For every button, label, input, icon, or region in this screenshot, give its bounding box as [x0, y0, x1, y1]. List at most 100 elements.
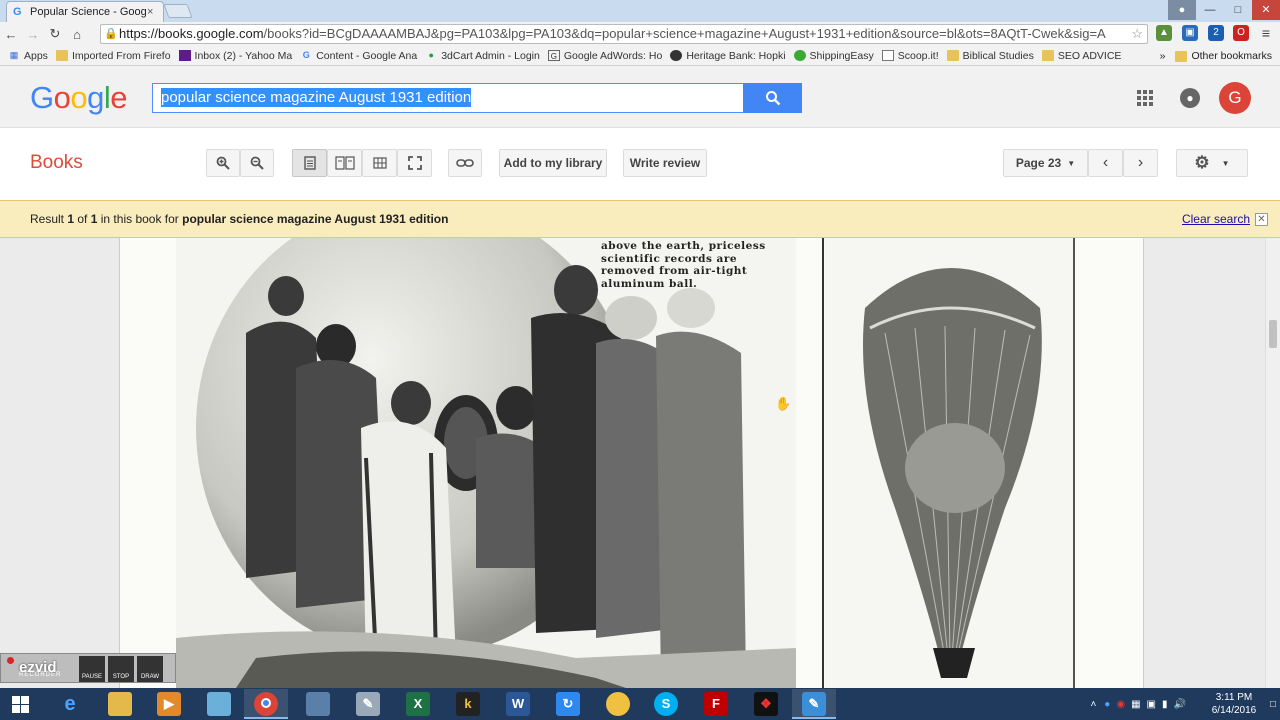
tab-popular-science[interactable]: G Popular Science - Google × — [6, 1, 164, 22]
bookmark-seo-advice[interactable]: SEO ADVICE — [1041, 50, 1121, 62]
tray-battery-icon[interactable]: ▮ — [1162, 699, 1168, 710]
back-icon[interactable]: ← — [0, 27, 22, 42]
filezilla-icon[interactable]: F — [704, 692, 728, 716]
taskbar-clock[interactable]: 3:11 PM 6/14/2016 — [1204, 691, 1264, 717]
close-window-icon[interactable]: ✕ — [1252, 0, 1280, 20]
forward-icon[interactable]: → — [22, 27, 44, 42]
bookmark-shippingeasy[interactable]: ShippingEasy — [793, 50, 874, 62]
account-avatar[interactable]: G — [1219, 82, 1251, 114]
bookmark-biblical-studies[interactable]: Biblical Studies — [946, 50, 1034, 62]
book-page-viewer[interactable]: above the earth, priceless scientific re… — [0, 238, 1280, 688]
bookmark-adwords[interactable]: G Google AdWords: Ho — [547, 50, 662, 62]
red-app-icon[interactable]: ❖ — [754, 692, 778, 716]
home-icon[interactable]: ⌂ — [66, 27, 88, 42]
file-explorer-icon[interactable] — [108, 692, 132, 716]
minimize-icon[interactable]: — — [1196, 0, 1224, 20]
link-button[interactable] — [448, 149, 482, 177]
folder-icon — [1175, 50, 1188, 62]
draw-button[interactable]: DRAW — [137, 656, 163, 682]
gondola-photo — [176, 238, 796, 688]
skype-icon[interactable]: S — [654, 692, 678, 716]
maximize-icon[interactable]: □ — [1224, 0, 1252, 20]
stop-button[interactable]: STOP — [108, 656, 134, 682]
zoom-out-button[interactable] — [240, 149, 274, 177]
result-query: popular science magazine August 1931 edi… — [182, 212, 449, 226]
bookmark-star-icon[interactable]: ☆ — [1131, 25, 1143, 43]
bookmark-imported[interactable]: Imported From Firefo — [55, 50, 171, 62]
page-scrollbar[interactable] — [1265, 238, 1280, 688]
settings-dropdown[interactable]: ⚙ ▼ — [1176, 149, 1248, 177]
excel-icon[interactable]: X — [406, 692, 430, 716]
internet-explorer-icon[interactable]: e — [58, 692, 82, 716]
3dcart-icon: ● — [428, 50, 434, 60]
yellow-app-icon[interactable] — [606, 692, 630, 716]
add-to-library-button[interactable]: Add to my library — [499, 149, 607, 177]
zoom-in-button[interactable] — [206, 149, 240, 177]
write-review-button[interactable]: Write review — [623, 149, 707, 177]
notes-icon[interactable] — [207, 692, 231, 716]
two-page-icon — [334, 156, 355, 170]
start-button[interactable] — [0, 688, 40, 720]
tray-chevron-up-icon[interactable]: ˄ — [1090, 699, 1096, 710]
page-selector-dropdown[interactable]: Page 23 ▼ — [1003, 149, 1088, 177]
extension-chart-icon[interactable]: ▲ — [1156, 25, 1172, 41]
bookmark-analytics[interactable]: G Content - Google Ana — [300, 50, 418, 62]
pause-button[interactable]: PAUSE — [79, 656, 105, 682]
bookmark-3dcart[interactable]: ● 3dCart Admin - Login — [425, 50, 540, 62]
other-bookmarks[interactable]: Other bookmarks — [1191, 50, 1272, 62]
tray-windows-icon[interactable]: ▦ — [1131, 699, 1140, 710]
new-tab-button[interactable] — [163, 4, 193, 18]
notifications-bell-icon[interactable]: ● — [1180, 88, 1200, 108]
tray-volume-icon[interactable]: 🔊 — [1174, 699, 1186, 710]
google-logo[interactable]: Google — [30, 80, 128, 116]
tray-monitor-icon[interactable]: ▣ — [1147, 699, 1156, 710]
grid-view-icon — [372, 157, 387, 169]
next-page-button[interactable]: › — [1123, 149, 1158, 177]
chrome-icon[interactable] — [254, 692, 278, 716]
screen-recorder-icon[interactable]: ✎ — [802, 692, 826, 716]
bookmark-yahoo[interactable]: Inbox (2) - Yahoo Ma — [178, 50, 292, 62]
clear-search-link[interactable]: Clear search — [1182, 201, 1250, 237]
menu-icon[interactable]: ≡ — [1258, 25, 1274, 41]
extension-window-icon[interactable]: ▣ — [1182, 25, 1198, 41]
search-input[interactable]: popular science magazine August 1931 edi… — [152, 83, 744, 113]
tray-network-icon[interactable]: ● — [1104, 699, 1110, 710]
tray-record-icon[interactable]: ◉ — [1116, 699, 1125, 710]
calculator-icon[interactable] — [306, 692, 330, 716]
url-path: /books?id=BCgDAAAAMBAJ&pg=PA103&lpg=PA10… — [263, 26, 1106, 41]
thumbnail-view-button[interactable] — [362, 149, 397, 177]
close-result-icon[interactable]: ✕ — [1255, 213, 1268, 226]
tab-close-icon[interactable]: × — [147, 6, 157, 18]
two-page-view-button[interactable] — [327, 149, 362, 177]
previous-page-button[interactable]: ‹ — [1088, 149, 1123, 177]
books-title[interactable]: Books — [30, 152, 83, 174]
extension-badge-icon[interactable]: 2 — [1208, 25, 1224, 41]
fullscreen-button[interactable] — [397, 149, 432, 177]
logo-letter: o — [70, 80, 88, 115]
word-icon[interactable]: W — [506, 692, 530, 716]
address-bar[interactable]: 🔒 https://books.google.com/books?id=BCgD… — [100, 24, 1148, 44]
scrollbar-thumb[interactable] — [1269, 320, 1277, 348]
media-player-icon[interactable]: ▶ — [157, 692, 181, 716]
search-button[interactable] — [743, 83, 802, 113]
more-bookmarks-button[interactable]: » — [1160, 50, 1166, 62]
result-middle: in this book for — [97, 212, 183, 226]
recording-dot-icon — [7, 657, 14, 664]
user-profile-icon[interactable]: ● — [1168, 0, 1196, 20]
extension-opera-icon[interactable]: O — [1233, 25, 1249, 41]
single-page-view-button[interactable] — [292, 149, 327, 177]
k-app-icon[interactable]: k — [456, 692, 480, 716]
search-icon — [765, 91, 780, 106]
refresh-app-icon[interactable]: ↻ — [556, 692, 580, 716]
notification-center-icon[interactable]: □ — [1270, 699, 1276, 710]
bookmark-scoopit[interactable]: Scoop.it! — [881, 50, 939, 62]
logo-letter: G — [30, 80, 54, 115]
caret-down-icon: ▼ — [1067, 158, 1076, 168]
paint-icon[interactable]: ✎ — [356, 692, 380, 716]
bookmark-apps[interactable]: ▦ Apps — [8, 50, 48, 62]
url-host: https://books.google.com — [119, 26, 264, 41]
reload-icon[interactable]: ↻ — [44, 26, 66, 42]
bookmark-heritage-bank[interactable]: Heritage Bank: Hopki — [670, 50, 786, 62]
google-apps-icon[interactable] — [1137, 90, 1153, 106]
folder-icon — [1041, 50, 1054, 61]
